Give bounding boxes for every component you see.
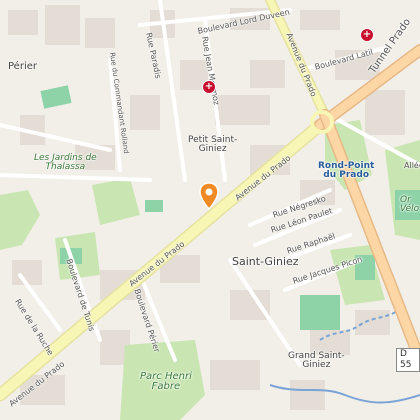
road-shield-d55: D 55 (396, 348, 420, 372)
park-label-henri-fabre: Parc Henri Fabre (140, 371, 192, 392)
hospital-icon[interactable]: + (202, 80, 216, 94)
map-canvas[interactable]: Périer Petit Saint- Giniez Saint-Giniez … (0, 0, 420, 420)
street-label-allee: Allée (404, 161, 420, 170)
place-label-petit-saint-giniez: Petit Saint- Giniez (188, 135, 238, 154)
place-label-perier: Périer (8, 61, 37, 72)
hospital-icon[interactable]: + (360, 28, 374, 42)
place-label-saint-giniez: Saint-Giniez (232, 255, 299, 268)
park-label-velodrome: Or Vélo (400, 195, 420, 214)
place-label-grand-saint-giniez: Grand Saint- Giniez (288, 351, 345, 370)
park-label-jardins-thalassa: Les Jardins de Thalassa (34, 153, 97, 172)
place-label-rond-point-du-prado: Rond-Point du Prado (318, 161, 375, 180)
